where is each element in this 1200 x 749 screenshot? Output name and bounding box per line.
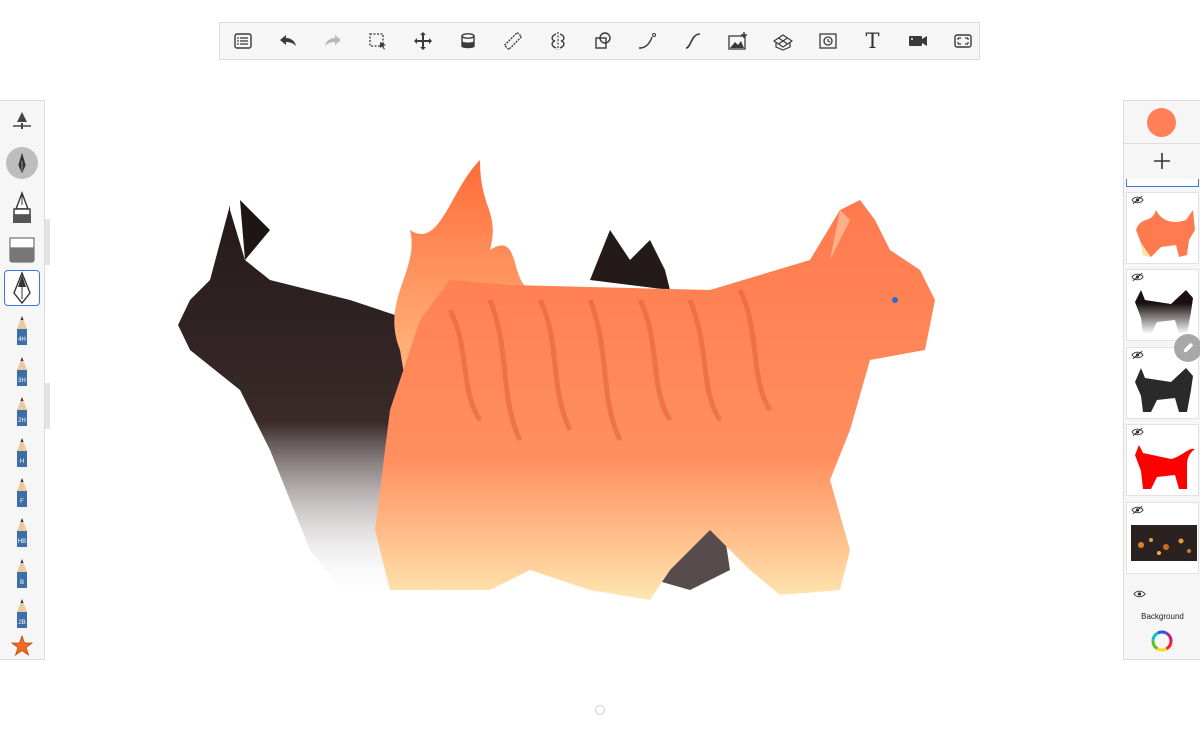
fineliner-icon[interactable] bbox=[4, 270, 40, 306]
transform-icon[interactable] bbox=[400, 23, 445, 59]
layer-panel: Background bbox=[1123, 100, 1200, 660]
pencil-2h-label: 2H bbox=[18, 418, 26, 424]
stroke-icon[interactable] bbox=[670, 23, 715, 59]
pencil-2b-label: 2B bbox=[18, 620, 25, 626]
layer-thumbnail bbox=[1135, 290, 1193, 334]
layer-black-cat-gradient[interactable] bbox=[1126, 269, 1199, 341]
layer-hidden-icon[interactable] bbox=[1131, 505, 1144, 515]
favorites-star-icon[interactable] bbox=[4, 627, 40, 663]
pencil-3h[interactable]: 3H bbox=[4, 353, 40, 389]
undo-icon[interactable] bbox=[265, 23, 310, 59]
canvas-artwork[interactable] bbox=[150, 150, 950, 620]
pencil-4h-label: 4H bbox=[18, 337, 26, 343]
pencil-2b[interactable]: 2B bbox=[4, 595, 40, 631]
pencil-hb-label: HB bbox=[18, 539, 26, 545]
eraser-icon[interactable] bbox=[4, 231, 40, 267]
selected-layer-edge[interactable] bbox=[1126, 179, 1199, 187]
palette-resize-handle[interactable] bbox=[45, 383, 50, 429]
pencil-4h[interactable]: 4H bbox=[4, 312, 40, 348]
current-color-swatch[interactable] bbox=[1147, 108, 1176, 137]
fullscreen-icon[interactable] bbox=[940, 23, 985, 59]
layer-visible-icon[interactable] bbox=[1133, 589, 1146, 599]
shapes-icon[interactable] bbox=[580, 23, 625, 59]
layer-hidden-icon[interactable] bbox=[1131, 427, 1144, 437]
layer-thumbnail bbox=[1136, 210, 1195, 257]
layer-photo[interactable] bbox=[1126, 502, 1199, 574]
perspective-icon[interactable] bbox=[760, 23, 805, 59]
text-icon[interactable]: T bbox=[850, 23, 895, 59]
add-layer-icon[interactable] bbox=[1150, 149, 1174, 173]
ink-pen-icon[interactable] bbox=[4, 190, 40, 226]
canvas-home-indicator[interactable] bbox=[595, 705, 605, 715]
brush-palette: 4H 3H 2H H F HB B 2B bbox=[0, 100, 45, 660]
pencil-h-label: H bbox=[20, 459, 24, 465]
import-image-icon[interactable] bbox=[715, 23, 760, 59]
time-lapse-icon[interactable] bbox=[805, 23, 850, 59]
brush-properties-icon[interactable] bbox=[4, 105, 40, 141]
color-wheel-icon[interactable] bbox=[1150, 629, 1174, 653]
background-layer-label: Background bbox=[1141, 612, 1184, 621]
video-icon[interactable] bbox=[895, 23, 940, 59]
redo-icon[interactable] bbox=[310, 23, 355, 59]
layer-hidden-icon[interactable] bbox=[1131, 350, 1144, 360]
ruler-icon[interactable] bbox=[490, 23, 535, 59]
palette-resize-handle[interactable] bbox=[45, 219, 50, 265]
layer-thumbnail bbox=[1135, 368, 1193, 412]
pencil-3h-label: 3H bbox=[18, 378, 26, 384]
layer-orange-cat[interactable] bbox=[1126, 192, 1199, 264]
selection-icon[interactable] bbox=[355, 23, 400, 59]
symmetry-icon[interactable] bbox=[535, 23, 580, 59]
layer-red-cat-silhouette[interactable] bbox=[1126, 424, 1199, 496]
pencil-h[interactable]: H bbox=[4, 434, 40, 470]
brush-size-puck[interactable] bbox=[4, 145, 40, 181]
pencil-edit-icon bbox=[1183, 342, 1194, 353]
pencil-b[interactable]: B bbox=[4, 555, 40, 591]
pencil-f-label: F bbox=[20, 499, 24, 505]
pencil-b-label: B bbox=[20, 580, 24, 586]
fill-icon[interactable] bbox=[445, 23, 490, 59]
layer-edit-button[interactable] bbox=[1174, 334, 1200, 362]
layer-hidden-icon[interactable] bbox=[1131, 195, 1144, 205]
layers-list-icon[interactable] bbox=[220, 23, 265, 59]
layer-hidden-icon[interactable] bbox=[1131, 272, 1144, 282]
main-toolbar: T bbox=[219, 22, 980, 60]
pencil-2h[interactable]: 2H bbox=[4, 393, 40, 429]
curve-icon[interactable] bbox=[625, 23, 670, 59]
layer-thumbnail bbox=[1131, 525, 1197, 561]
text-tool-label: T bbox=[865, 28, 880, 53]
panel-divider bbox=[1124, 143, 1200, 144]
pencil-hb[interactable]: HB bbox=[4, 514, 40, 550]
pencil-f[interactable]: F bbox=[4, 474, 40, 510]
layer-thumbnail bbox=[1135, 445, 1195, 489]
